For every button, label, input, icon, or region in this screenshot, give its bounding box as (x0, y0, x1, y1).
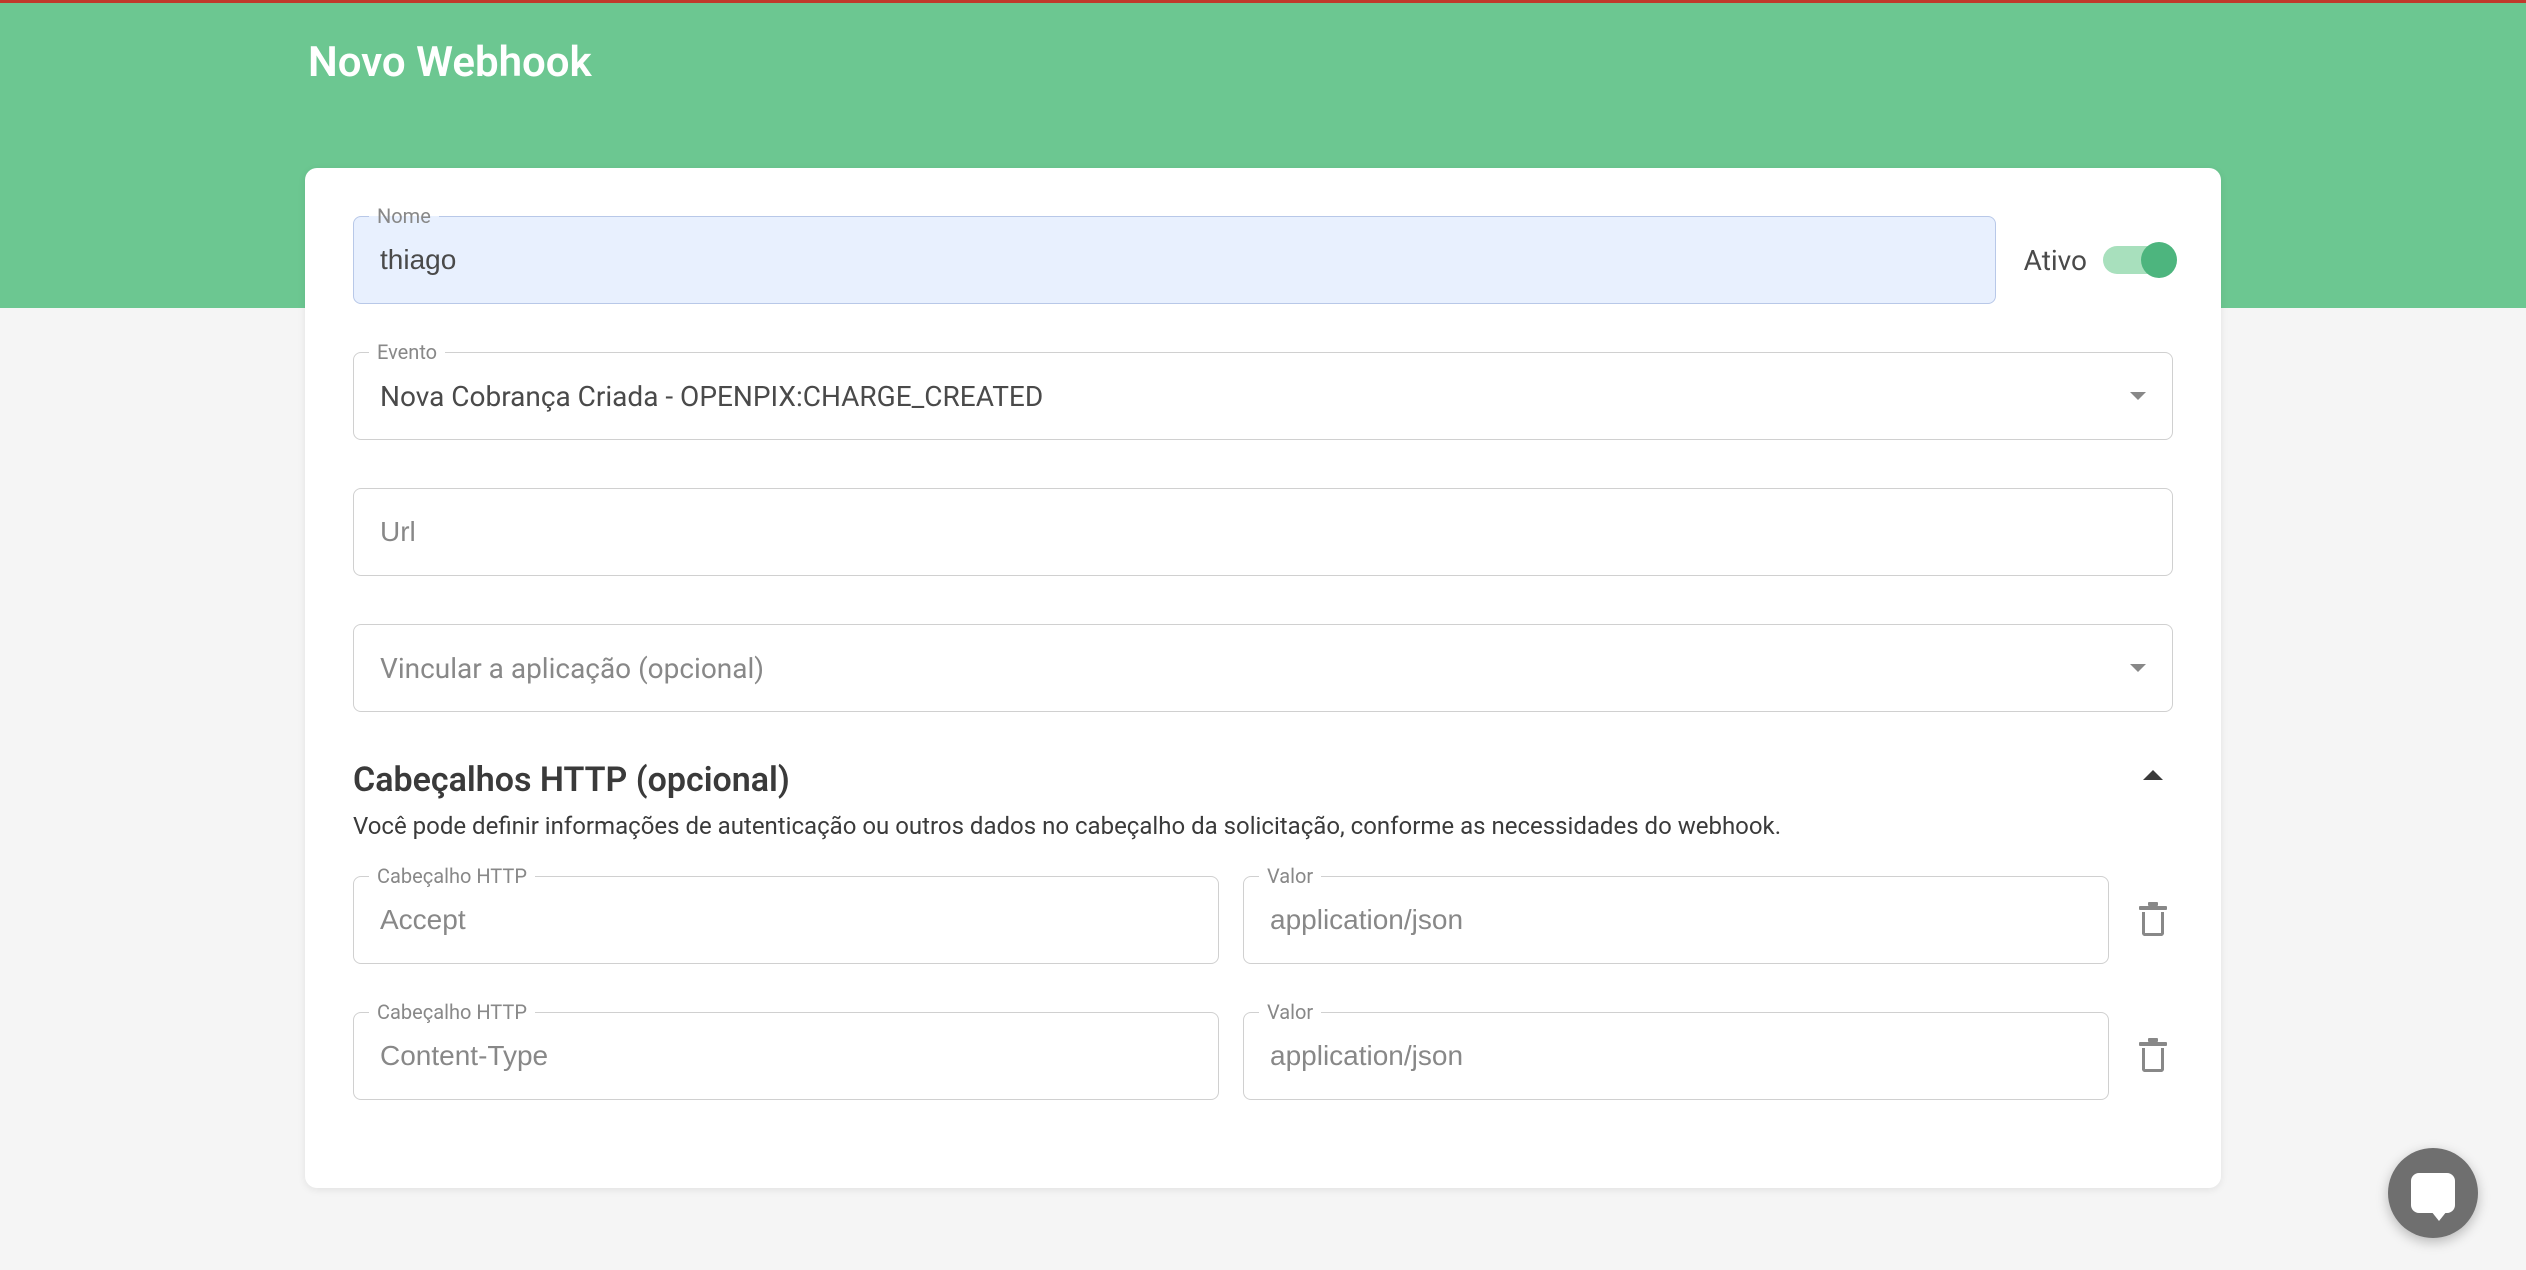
event-label: Evento (369, 340, 445, 364)
header-name-field-1: Cabeçalho HTTP (353, 1012, 1219, 1100)
header-name-label-1: Cabeçalho HTTP (369, 1000, 535, 1024)
name-field-container: Nome (353, 216, 1996, 304)
chevron-up-icon (2143, 770, 2163, 780)
chevron-down-icon (2130, 392, 2146, 400)
chevron-down-icon (2130, 664, 2146, 672)
name-input[interactable] (353, 216, 1996, 304)
header-value-label-0: Valor (1259, 864, 1321, 888)
header-name-input-0[interactable] (353, 876, 1219, 964)
event-select[interactable]: Nova Cobrança Criada - OPENPIX:CHARGE_CR… (353, 352, 2173, 440)
header-value-input-1[interactable] (1243, 1012, 2109, 1100)
event-field-container: Evento Nova Cobrança Criada - OPENPIX:CH… (353, 352, 2173, 440)
name-row: Nome Ativo (353, 216, 2173, 304)
app-link-select[interactable]: Vincular a aplicação (opcional) (353, 624, 2173, 712)
headers-section-text: Cabeçalhos HTTP (opcional) Você pode def… (353, 760, 1781, 840)
toggle-knob (2141, 242, 2177, 278)
form-card: Nome Ativo Evento Nova Cobrança Criada -… (305, 168, 2221, 1188)
trash-icon (2139, 1040, 2167, 1072)
header-value-input-0[interactable] (1243, 876, 2109, 964)
headers-section-header: Cabeçalhos HTTP (opcional) Você pode def… (353, 760, 2173, 840)
chat-fab[interactable] (2388, 1148, 2478, 1238)
event-value: Nova Cobrança Criada - OPENPIX:CHARGE_CR… (380, 380, 1043, 413)
delete-header-button-0[interactable] (2133, 900, 2173, 940)
page-title: Novo Webhook (0, 3, 2526, 87)
active-label: Ativo (2024, 244, 2087, 277)
delete-header-button-1[interactable] (2133, 1036, 2173, 1076)
header-value-field-1: Valor (1243, 1012, 2109, 1100)
url-field-container (353, 488, 2173, 576)
header-row-0: Cabeçalho HTTP Valor (353, 876, 2173, 964)
active-toggle-section: Ativo (2024, 244, 2173, 277)
active-toggle[interactable] (2103, 246, 2173, 274)
trash-icon (2139, 904, 2167, 936)
header-name-input-1[interactable] (353, 1012, 1219, 1100)
url-input[interactable] (353, 488, 2173, 576)
app-link-placeholder: Vincular a aplicação (opcional) (380, 652, 764, 685)
header-name-field-0: Cabeçalho HTTP (353, 876, 1219, 964)
headers-section-description: Você pode definir informações de autenti… (353, 812, 1781, 840)
header-row-1: Cabeçalho HTTP Valor (353, 1012, 2173, 1100)
app-link-field-container: Vincular a aplicação (opcional) (353, 624, 2173, 712)
name-label: Nome (369, 204, 439, 228)
header-value-label-1: Valor (1259, 1000, 1321, 1024)
header-name-label-0: Cabeçalho HTTP (369, 864, 535, 888)
collapse-button[interactable] (2133, 760, 2173, 790)
headers-section-title: Cabeçalhos HTTP (opcional) (353, 760, 1781, 800)
chat-icon (2411, 1173, 2455, 1213)
header-value-field-0: Valor (1243, 876, 2109, 964)
